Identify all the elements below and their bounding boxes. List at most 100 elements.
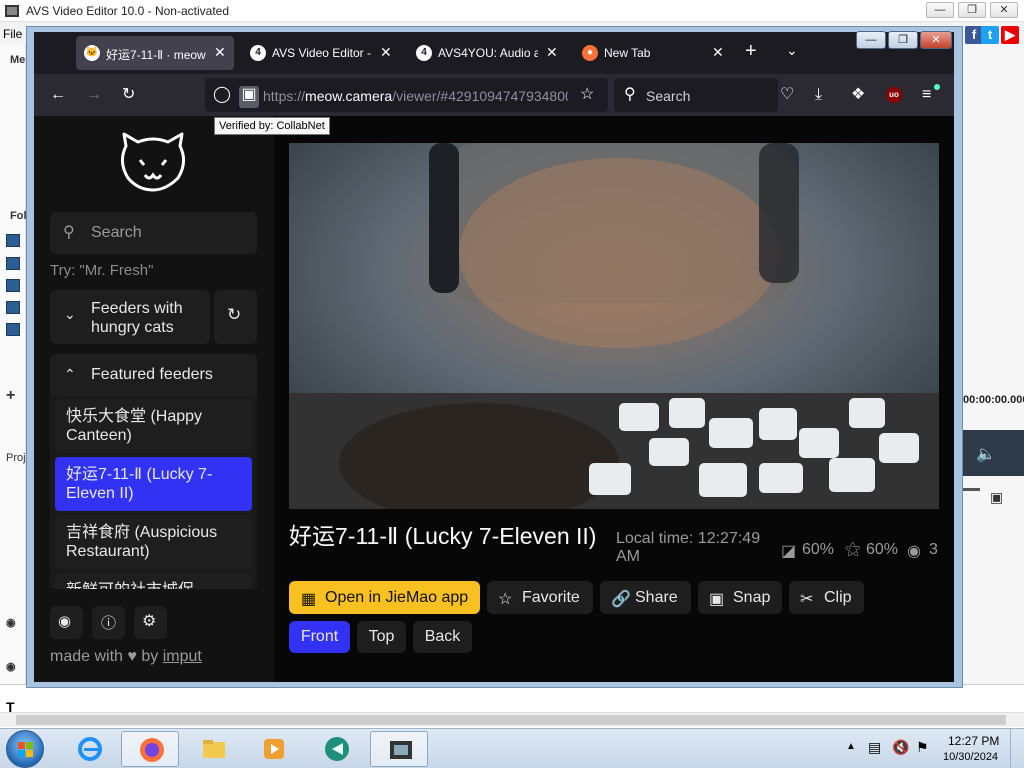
clip-button[interactable]: ✂ Clip <box>789 581 864 614</box>
add-icon[interactable]: + <box>6 387 15 405</box>
feeder-name: 好运7-11-Ⅱ (Lucky 7-Eleven II) <box>66 466 213 502</box>
close-icon[interactable]: ✕ <box>712 44 724 61</box>
chevron-down-icon[interactable]: ⌄ <box>786 42 798 59</box>
youtube-icon[interactable]: ▶ <box>1001 26 1019 44</box>
taskbar-media-player[interactable] <box>244 731 302 767</box>
checkbox-icon[interactable] <box>6 279 20 292</box>
show-desktop-button[interactable] <box>1010 729 1024 768</box>
close-icon[interactable]: ✕ <box>380 44 392 61</box>
favorite-button[interactable]: ☆ Favorite <box>487 581 593 614</box>
firefox-minimize-button[interactable]: — <box>856 31 886 49</box>
taskbar-avs-app[interactable] <box>307 731 365 767</box>
checkbox-icon[interactable] <box>6 257 20 270</box>
avs-right-panel <box>962 44 1024 684</box>
checkbox-icon[interactable] <box>6 234 20 247</box>
local-time: Local time: 12:27:49 AM <box>616 530 761 565</box>
fit-icon[interactable]: ▣ <box>990 489 1003 506</box>
discord-icon: ◉ <box>58 613 72 630</box>
url-host: meow.camera <box>305 88 393 104</box>
forward-arrow-icon[interactable]: → <box>86 86 102 104</box>
discord-button[interactable]: ◉ <box>50 606 83 639</box>
link-icon: 🔗 <box>611 591 631 608</box>
show-hidden-icons-icon[interactable]: ▲ <box>846 741 856 752</box>
feeder-camera-video[interactable] <box>289 143 939 509</box>
scrollbar-thumb[interactable] <box>16 715 1006 725</box>
tab-avs4you-audio[interactable]: 4 AVS4YOU: Audio an ✕ <box>408 36 566 70</box>
avs-window-title: AVS Video Editor 10.0 - Non-activated <box>26 4 230 18</box>
close-icon[interactable]: ✕ <box>546 44 558 61</box>
feeder-search-input[interactable]: ⚲ Search <box>50 212 257 254</box>
info-button[interactable]: ⓘ <box>92 606 125 639</box>
close-icon[interactable]: ✕ <box>214 44 226 61</box>
avs-minimize-button[interactable]: — <box>926 2 954 18</box>
film-strip-icon <box>390 741 412 759</box>
tab-title: AVS Video Editor - e <box>272 46 372 60</box>
feeder-item-lucky-7-eleven[interactable]: 好运7-11-Ⅱ (Lucky 7-Eleven II) <box>55 457 252 511</box>
eye-icon[interactable]: ◉ <box>6 616 16 629</box>
taskbar-internet-explorer[interactable] <box>60 731 118 767</box>
avs-restore-button[interactable]: ❐ <box>958 2 986 18</box>
eye-icon[interactable]: ◉ <box>6 660 16 673</box>
feeder-item[interactable]: 新鲜可的社市城保 <box>55 573 252 589</box>
network-icon[interactable]: ▤ <box>868 739 881 756</box>
heart-icon: ♥ <box>127 648 137 665</box>
tab-avs-video-editor[interactable]: 4 AVS Video Editor - e ✕ <box>242 36 400 70</box>
avs-left-label: Proj <box>6 452 26 464</box>
new-tab-icon[interactable]: + <box>745 40 757 63</box>
open-in-app-button[interactable]: ▦ Open in JieMao app <box>289 581 480 614</box>
imput-link[interactable]: imput <box>163 648 202 665</box>
lock-icon[interactable]: ▣ <box>239 86 259 108</box>
search-bar[interactable]: ⚲ Search <box>614 78 778 112</box>
tab-meow-camera[interactable]: 🐱 好运7-11-Ⅱ · meow ✕ <box>76 36 234 70</box>
avs-close-button[interactable]: ✕ <box>990 2 1018 18</box>
food-level: 60% <box>802 541 835 558</box>
feeder-item-auspicious-restaurant[interactable]: 吉祥食府 (Auspicious Restaurant) <box>55 515 252 569</box>
featured-feeders-label: Featured feeders <box>91 366 213 383</box>
start-button[interactable] <box>6 730 44 768</box>
taskbar-file-explorer[interactable] <box>184 731 242 767</box>
hamburger-menu-icon[interactable]: ≡ <box>922 86 931 104</box>
search-icon: ⚲ <box>63 224 75 241</box>
camera-icon: ▣ <box>709 591 725 608</box>
clock-date[interactable]: 10/30/2024 <box>943 751 998 763</box>
url-bar[interactable]: ◯ ▣ https://meow.camera/viewer/#42910947… <box>205 78 608 112</box>
view-back-button[interactable]: Back <box>413 621 472 653</box>
view-front-button[interactable]: Front <box>289 621 350 653</box>
hungry-feeders-toggle[interactable]: ⌄ Feeders with hungry cats <box>50 290 210 344</box>
tab-new-tab[interactable]: ● New Tab ✕ <box>574 36 732 70</box>
reload-icon[interactable]: ↻ <box>122 86 135 104</box>
feeder-item-happy-canteen[interactable]: 快乐大食堂 (Happy Canteen) <box>55 399 252 453</box>
ublock-origin-icon[interactable]: uo <box>886 87 902 103</box>
back-arrow-icon[interactable]: ← <box>50 86 66 104</box>
featured-feeders-toggle[interactable]: ⌃ Featured feeders <box>50 354 257 396</box>
bookmark-star-icon[interactable]: ☆ <box>580 86 594 104</box>
volume-icon[interactable]: 🔈 <box>976 444 996 464</box>
twitter-icon[interactable]: t <box>981 26 999 44</box>
snap-button[interactable]: ▣ Snap <box>698 581 782 614</box>
extensions-icon[interactable]: ❖ <box>851 86 865 104</box>
pocket-icon[interactable]: ♡ <box>780 86 794 104</box>
firefox-restore-button[interactable]: ❐ <box>888 31 918 49</box>
avs-app-icon <box>5 5 19 17</box>
downloads-icon[interactable]: ⤓ <box>815 86 822 104</box>
view-top-button[interactable]: Top <box>357 621 406 653</box>
shield-icon[interactable]: ◯ <box>213 86 231 104</box>
refresh-button[interactable]: ↻ <box>214 290 257 344</box>
volume-muted-icon[interactable]: 🔇 <box>892 739 909 756</box>
action-center-flag-icon[interactable]: ⚑ <box>916 739 929 756</box>
avs-menu-file[interactable]: File <box>3 27 22 41</box>
star-icon: ☆ <box>498 591 513 608</box>
firefox-close-button[interactable]: ✕ <box>920 31 952 49</box>
cat-logo-icon[interactable] <box>118 132 188 194</box>
settings-button[interactable]: ⚙ <box>134 606 167 639</box>
checkbox-icon[interactable] <box>6 301 20 314</box>
eye-icon: ◉ <box>907 543 921 560</box>
checkbox-icon[interactable] <box>6 323 20 336</box>
taskbar-avs-video-editor[interactable] <box>370 731 428 767</box>
taskbar-firefox[interactable] <box>121 731 179 767</box>
avs-horizontal-scrollbar[interactable] <box>0 712 1024 727</box>
share-button[interactable]: 🔗 Share <box>600 581 691 614</box>
clock-time[interactable]: 12:27 PM <box>948 734 999 748</box>
zoom-slider[interactable] <box>962 488 980 491</box>
water-level-icon: ⚝ <box>845 541 861 558</box>
